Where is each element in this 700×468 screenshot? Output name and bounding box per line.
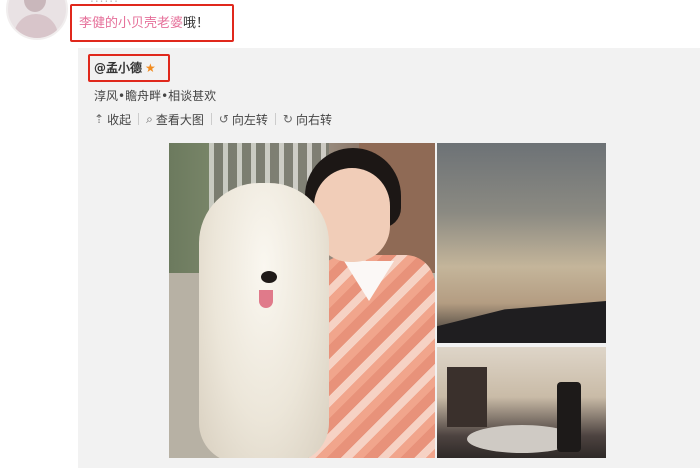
photo-dog-nose	[261, 271, 277, 283]
toolbar-divider	[274, 113, 276, 125]
repost-author[interactable]: @孟小德 ★	[94, 59, 156, 76]
toolbar-divider	[210, 113, 212, 125]
rotate-left-button[interactable]: ↺ 向左转	[219, 111, 268, 128]
photo-chair	[557, 382, 581, 452]
rotate-right-icon: ↻	[282, 112, 293, 126]
collapse-label: 收起	[107, 112, 132, 127]
photo-woman-with-dog[interactable]	[169, 143, 435, 458]
view-large-button[interactable]: ⌕ 查看大图	[146, 111, 204, 128]
zoom-icon: ⌕	[146, 111, 153, 126]
photo-dog-tongue	[259, 290, 273, 308]
toolbar-divider	[138, 113, 140, 125]
rotate-right-button[interactable]: ↻ 向右转	[283, 111, 332, 128]
rotate-right-label: 向右转	[295, 112, 332, 127]
photo-dining-room[interactable]	[437, 347, 606, 458]
post-caption: 李健的小贝壳老婆哦！	[79, 12, 209, 31]
avatar-body-shape	[14, 14, 58, 38]
photo-sunset-sky[interactable]	[437, 143, 606, 343]
photo-dog	[199, 183, 329, 458]
view-large-label: 查看大图	[155, 112, 204, 127]
rotate-left-icon: ↺	[218, 112, 229, 126]
avatar-head-shape	[24, 0, 46, 12]
photo-rooftop	[437, 301, 606, 343]
photo-shelf	[447, 367, 487, 427]
rotate-left-label: 向左转	[231, 112, 268, 127]
user-avatar[interactable]	[6, 0, 68, 40]
collect-icon: ⇡	[94, 112, 105, 126]
collapse-button[interactable]: ⇡ 收起	[94, 111, 131, 128]
repost-text: 淳风•瞻舟畔•相谈甚欢	[94, 89, 217, 103]
image-toolbar: ⇡ 收起 ⌕ 查看大图 ↺ 向左转 ↻ 向右转	[94, 111, 339, 127]
author-name[interactable]: @孟小德	[94, 61, 142, 75]
caption-tail: 哦！	[183, 16, 210, 31]
star-badge-icon: ★	[145, 61, 156, 75]
caption-link[interactable]: 李健的小贝壳老婆	[79, 16, 183, 31]
